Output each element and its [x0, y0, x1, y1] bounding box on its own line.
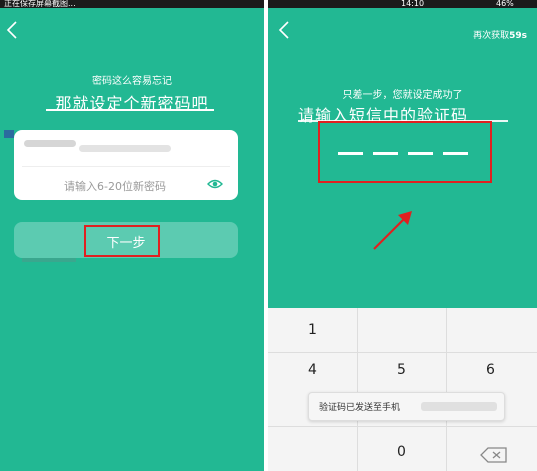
- set-password-screen: 正在保存屏幕截图... 密码这么容易忘记 那就设定个新密码吧 请输入6-20位新…: [0, 0, 264, 471]
- verify-code-screen: 14:10 46% 再次获取59s 只差一步，您就设定成功了 请输入短信中的验证…: [268, 0, 537, 471]
- key-0[interactable]: 0: [357, 444, 446, 460]
- blurred-phone: [421, 402, 497, 411]
- code-digit-slot[interactable]: [443, 152, 468, 155]
- resend-button[interactable]: 再次获取59s: [473, 28, 527, 41]
- keypad-divider: [268, 426, 537, 427]
- back-button[interactable]: [6, 20, 18, 40]
- blurred-phone: [79, 145, 171, 152]
- keypad-divider: [268, 352, 537, 353]
- back-arrow-icon: [278, 21, 289, 39]
- resend-countdown: 59s: [509, 31, 527, 41]
- key-1[interactable]: 1: [268, 322, 357, 338]
- key-6[interactable]: 6: [446, 362, 535, 378]
- decoration: [22, 258, 76, 262]
- password-input[interactable]: 请输入6-20位新密码: [64, 178, 166, 194]
- key-5[interactable]: 5: [357, 362, 446, 378]
- card-divider: [22, 166, 230, 167]
- status-bar: 正在保存屏幕截图...: [0, 0, 264, 8]
- toast-text: 验证码已发送至手机: [319, 403, 401, 413]
- key-4[interactable]: 4: [268, 362, 357, 378]
- keypad-divider: [446, 308, 447, 471]
- statusbar-text: 正在保存屏幕截图...: [4, 0, 76, 8]
- forget-hint: 密码这么容易忘记: [92, 76, 172, 87]
- battery-level: 46%: [496, 0, 514, 8]
- code-digit-slot[interactable]: [338, 152, 363, 155]
- success-hint: 只差一步，您就设定成功了: [342, 90, 463, 101]
- code-digit-slot[interactable]: [373, 152, 398, 155]
- highlight-box: [84, 225, 160, 257]
- status-bar: 14:10 46%: [268, 0, 537, 8]
- title-underline: [46, 109, 214, 111]
- back-button[interactable]: [278, 20, 290, 40]
- sms-sent-toast: 验证码已发送至手机: [308, 392, 505, 421]
- eye-icon[interactable]: [207, 178, 223, 190]
- code-digit-slot[interactable]: [408, 152, 433, 155]
- resend-label: 再次获取: [473, 31, 510, 41]
- decoration: [4, 130, 14, 138]
- blurred-account: [24, 140, 76, 147]
- status-time: 14:10: [401, 0, 425, 8]
- red-arrow-icon: [373, 211, 412, 250]
- backspace-icon[interactable]: [480, 447, 508, 463]
- back-arrow-icon: [6, 21, 17, 39]
- password-card: 请输入6-20位新密码: [14, 130, 238, 200]
